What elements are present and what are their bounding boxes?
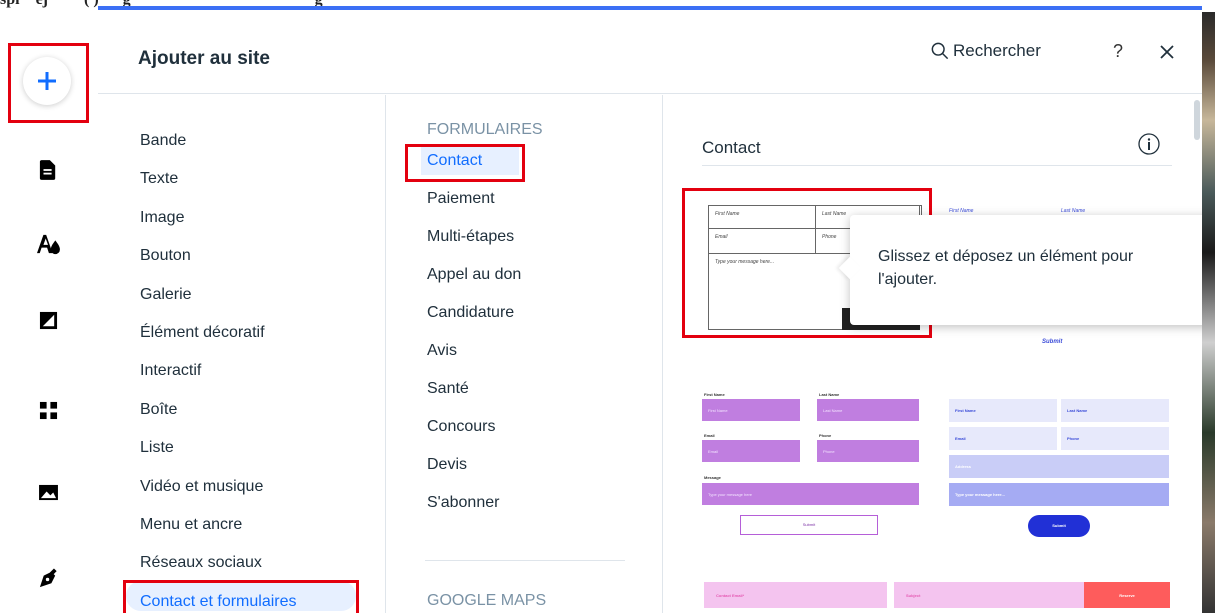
selection-bar bbox=[98, 6, 1202, 10]
close-icon[interactable] bbox=[1157, 42, 1177, 62]
media-icon bbox=[38, 484, 58, 500]
apps-button[interactable] bbox=[34, 396, 62, 424]
subcategory-sabonner[interactable]: S'abonner bbox=[427, 494, 499, 512]
search-icon bbox=[931, 42, 949, 60]
subcategory-appel-au-don[interactable]: Appel au don bbox=[427, 266, 521, 284]
form4-first-name: First Name bbox=[949, 399, 1057, 422]
form3-last-name-label: Last Name bbox=[819, 392, 840, 397]
form2-submit: Submit bbox=[1042, 339, 1063, 345]
left-toolbar bbox=[0, 12, 100, 613]
form5-reserve-button: Reserve bbox=[1084, 582, 1170, 608]
info-icon[interactable] bbox=[1137, 132, 1161, 156]
form4-message: Type your message here... bbox=[949, 483, 1169, 506]
subcategory-multi-etapes[interactable]: Multi-étapes bbox=[427, 228, 514, 246]
background-page-edge bbox=[1202, 12, 1215, 613]
search-label: Rechercher bbox=[953, 41, 1041, 60]
category-bande[interactable]: Bande bbox=[140, 132, 186, 150]
subcategory-concours[interactable]: Concours bbox=[427, 418, 495, 436]
category-bouton[interactable]: Bouton bbox=[140, 247, 191, 265]
form3-email-label: Email bbox=[704, 433, 715, 438]
category-element-decoratif[interactable]: Élément décoratif bbox=[140, 324, 265, 342]
form5-subject: Subject bbox=[894, 582, 1084, 608]
blog-pen-icon bbox=[39, 567, 57, 587]
section-title-formulaires: FORMULAIRES bbox=[427, 121, 543, 138]
form3-message-label: Message bbox=[704, 475, 721, 480]
preview-scrollbar[interactable] bbox=[1194, 100, 1200, 140]
preview-title: Contact bbox=[702, 138, 761, 157]
form3-last-name-field: Last Name bbox=[817, 399, 919, 421]
section-divider bbox=[425, 560, 625, 561]
subcategory-avis[interactable]: Avis bbox=[427, 342, 457, 360]
panel-header: Ajouter au site Rechercher ? bbox=[98, 12, 1202, 94]
form4-email: Email bbox=[949, 427, 1057, 450]
blog-button[interactable] bbox=[34, 564, 62, 592]
form3-first-name-field: First Name bbox=[702, 399, 800, 421]
category-list: Bande Texte Image Bouton Galerie Élément… bbox=[98, 95, 386, 613]
preview-area: Contact First Name Last Name Email Phone… bbox=[664, 95, 1202, 613]
subcategory-candidature[interactable]: Candidature bbox=[427, 304, 514, 322]
pages-button[interactable] bbox=[34, 156, 62, 184]
subcategory-sante[interactable]: Santé bbox=[427, 380, 469, 398]
highlight-contact-category bbox=[123, 580, 359, 613]
apps-icon bbox=[39, 401, 57, 419]
design-icon bbox=[37, 234, 60, 255]
form4-phone: Phone bbox=[1061, 427, 1169, 450]
help-button[interactable]: ? bbox=[1113, 41, 1123, 62]
preview-separator bbox=[702, 165, 1172, 166]
background-page-top: spi ej ( ) g g bbox=[0, 0, 1215, 10]
subcategory-list: FORMULAIRES Contact Paiement Multi-étape… bbox=[387, 95, 663, 613]
form3-phone-field: Phone bbox=[817, 440, 919, 462]
subcategory-devis[interactable]: Devis bbox=[427, 456, 467, 474]
highlight-contact-subcategory bbox=[405, 144, 525, 182]
form3-first-name-label: First Name bbox=[704, 392, 725, 397]
form2-first-name: First Name bbox=[949, 208, 974, 214]
category-image[interactable]: Image bbox=[140, 209, 184, 227]
category-menu-ancre[interactable]: Menu et ancre bbox=[140, 516, 242, 534]
background-button[interactable] bbox=[34, 306, 62, 334]
background-icon bbox=[39, 311, 57, 329]
subcategory-paiement[interactable]: Paiement bbox=[427, 190, 495, 208]
form3-message-field: Type your message here bbox=[702, 483, 919, 505]
highlight-add-button bbox=[8, 43, 89, 123]
category-boite[interactable]: Boîte bbox=[140, 401, 177, 419]
category-video-musique[interactable]: Vidéo et musique bbox=[140, 478, 263, 496]
form2-last-name: Last Name bbox=[1061, 208, 1086, 214]
design-button[interactable] bbox=[34, 230, 62, 258]
tooltip-text: Glissez et déposez un élément pour l'ajo… bbox=[878, 248, 1134, 288]
form5-email: Contact Email* bbox=[704, 582, 887, 608]
section-title-google-maps[interactable]: GOOGLE MAPS bbox=[427, 592, 546, 610]
pages-icon bbox=[39, 160, 56, 180]
category-reseaux-sociaux[interactable]: Réseaux sociaux bbox=[140, 554, 262, 572]
category-texte[interactable]: Texte bbox=[140, 170, 178, 188]
search-button[interactable]: Rechercher bbox=[931, 41, 1041, 61]
media-button[interactable] bbox=[34, 478, 62, 506]
editor-screen: spi ej ( ) g g bbox=[0, 0, 1215, 613]
category-liste[interactable]: Liste bbox=[140, 439, 174, 457]
form3-submit: Submit bbox=[740, 515, 878, 535]
form3-email-field: Email bbox=[702, 440, 800, 462]
panel-title: Ajouter au site bbox=[138, 48, 270, 69]
drag-tooltip: Glissez et déposez un élément pour l'ajo… bbox=[838, 215, 1215, 325]
form4-address: Address bbox=[949, 455, 1169, 478]
form4-last-name: Last Name bbox=[1061, 399, 1169, 422]
category-interactif[interactable]: Interactif bbox=[140, 362, 201, 380]
form4-submit: Submit bbox=[1028, 515, 1090, 537]
category-galerie[interactable]: Galerie bbox=[140, 286, 192, 304]
form3-phone-label: Phone bbox=[819, 433, 832, 438]
